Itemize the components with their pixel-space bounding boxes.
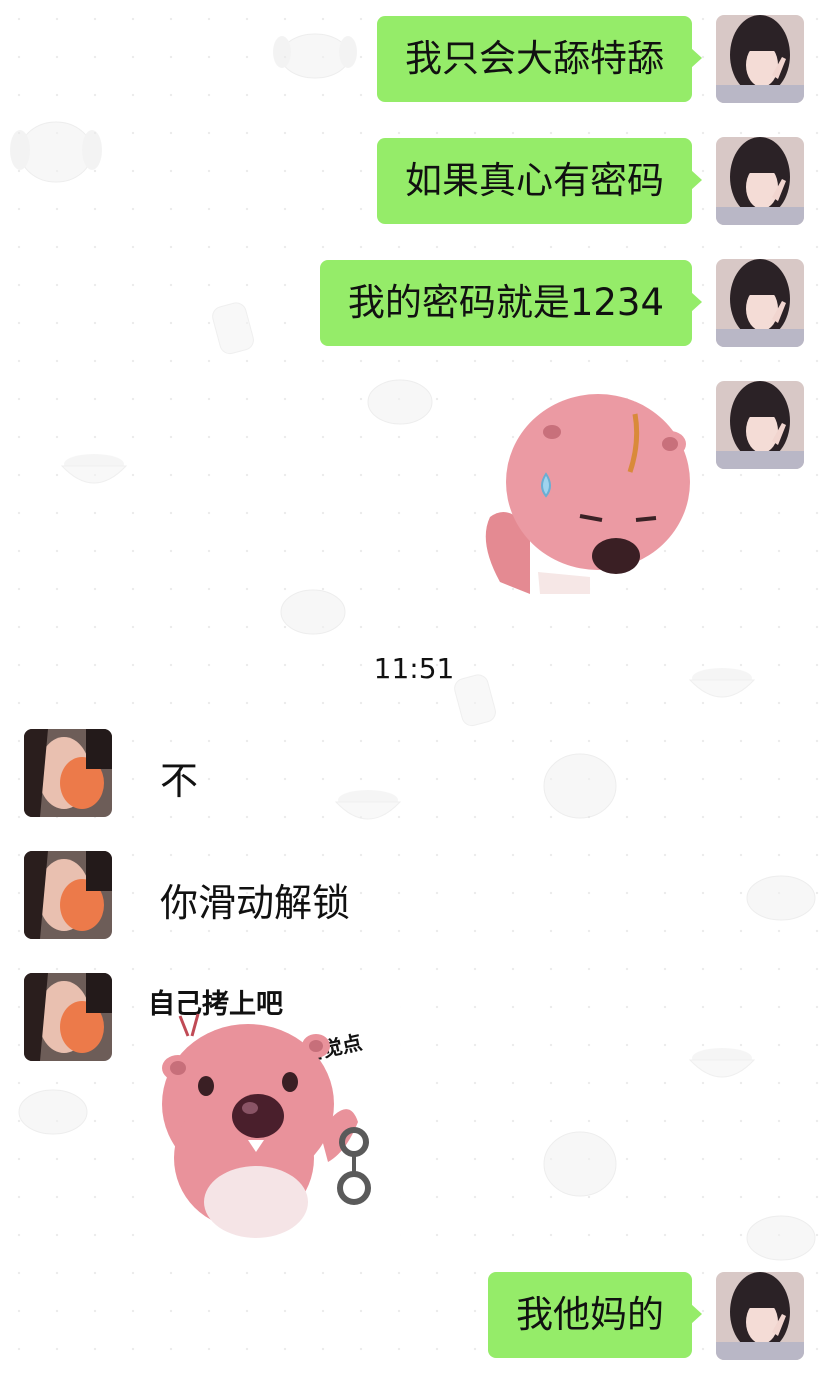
puppy-doodle-icon [543,1131,617,1197]
incoming-message-text[interactable]: 你滑动解锁 [160,872,350,927]
bottle-doodle-icon [212,302,254,355]
self-avatar[interactable] [716,259,804,347]
contact-avatar[interactable] [24,851,112,939]
bowl-doodle-icon [60,454,128,484]
outgoing-message-bubble[interactable]: 我只会大舔特舔 [377,16,702,102]
self-avatar[interactable] [716,15,804,103]
incoming-message-text[interactable]: 不 [160,750,198,805]
puppy-doodle-icon [273,33,357,79]
puppy-doodle-icon [367,379,433,425]
outgoing-message-bubble[interactable]: 我的密码就是1234 [319,260,703,346]
puppy-doodle-icon [10,121,102,183]
self-avatar[interactable] [716,137,804,225]
puppy-doodle-icon [543,753,617,819]
pink-beaver-sweat-sticker-icon[interactable] [470,382,700,597]
bowl-doodle-icon [334,790,402,820]
contact-avatar[interactable] [24,973,112,1061]
pink-beaver-handcuff-icon [162,1013,371,1238]
self-avatar[interactable] [716,1272,804,1360]
puppy-doodle-icon [746,875,816,921]
incoming-sticker[interactable]: 自己拷上吧 自觉点 [140,976,400,1238]
message-timestamp: 11:51 [373,652,455,685]
outgoing-message-bubble[interactable]: 我他妈的 [488,1272,702,1358]
outgoing-message-bubble[interactable]: 如果真心有密码 [377,138,702,224]
puppy-doodle-icon [280,589,346,635]
puppy-doodle-icon [746,1215,816,1261]
puppy-doodle-icon [18,1089,88,1135]
self-avatar[interactable] [716,381,804,469]
contact-avatar[interactable] [24,729,112,817]
bowl-doodle-icon [688,1048,756,1078]
